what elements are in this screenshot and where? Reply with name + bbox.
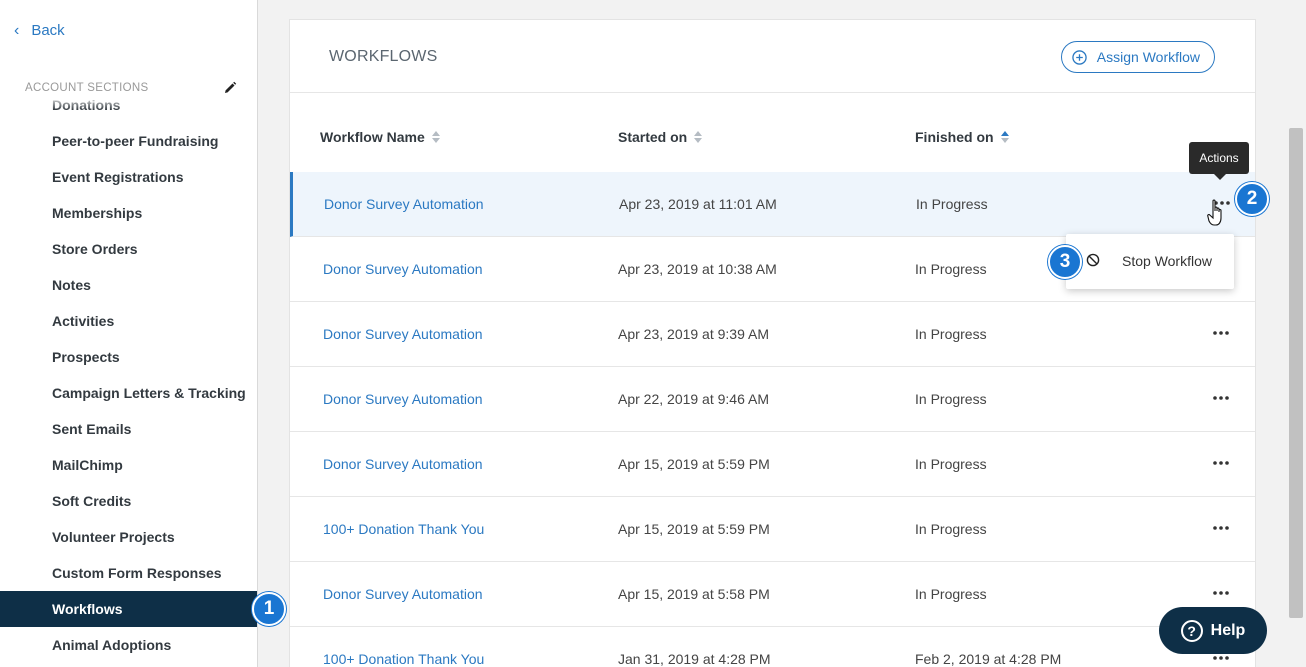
sidebar-item-sent-emails[interactable]: Sent Emails	[0, 411, 257, 447]
table-row: Donor Survey Automation Apr 15, 2019 at 5…	[290, 562, 1255, 627]
table-header: Workflow Name Started on Finished on	[290, 120, 1255, 156]
plus-circle-icon	[1072, 49, 1087, 65]
sidebar-item-store-orders[interactable]: Store Orders	[0, 231, 257, 267]
finished-on-value: In Progress	[915, 261, 987, 277]
table-row: Donor Survey Automation Apr 15, 2019 at 5…	[290, 432, 1255, 497]
workflow-name-link[interactable]: Donor Survey Automation	[323, 261, 483, 277]
started-on-value: Jan 31, 2019 at 4:28 PM	[618, 651, 771, 667]
workflow-name-link[interactable]: Donor Survey Automation	[323, 456, 483, 472]
col-workflow-name[interactable]: Workflow Name	[320, 129, 441, 145]
started-on-value: Apr 23, 2019 at 9:39 AM	[618, 326, 769, 342]
sidebar-item-animal-adoptions[interactable]: Animal Adoptions	[0, 627, 257, 663]
table-row: Donor Survey Automation Apr 23, 2019 at 9…	[290, 302, 1255, 367]
sidebar-item-workflows[interactable]: Workflows	[0, 591, 257, 627]
finished-on-value: In Progress	[915, 456, 987, 472]
step-badge-3: 3	[1048, 245, 1082, 279]
workflow-name-link[interactable]: Donor Survey Automation	[323, 326, 483, 342]
table-row: Donor Survey Automation Apr 22, 2019 at 9…	[290, 367, 1255, 432]
col-started-on[interactable]: Started on	[618, 129, 703, 145]
started-on-value: Apr 23, 2019 at 11:01 AM	[619, 196, 777, 212]
sidebar: ‹ Back DonationsPeer-to-peer Fundraising…	[0, 0, 258, 667]
workflow-name-link[interactable]: Donor Survey Automation	[323, 586, 483, 602]
more-actions-icon[interactable]	[1212, 389, 1230, 407]
sidebar-item-activities[interactable]: Activities	[0, 303, 257, 339]
step-badge-1: 1	[252, 592, 286, 626]
more-actions-icon[interactable]	[1212, 324, 1230, 342]
sort-icon	[431, 131, 440, 143]
sidebar-item-prospects[interactable]: Prospects	[0, 339, 257, 375]
sidebar-item-event-registrations[interactable]: Event Registrations	[0, 159, 257, 195]
pencil-icon[interactable]	[223, 81, 237, 95]
back-label: Back	[31, 22, 65, 39]
chevron-left-icon: ‹	[14, 21, 20, 39]
sidebar-item-volunteer-projects[interactable]: Volunteer Projects	[0, 519, 257, 555]
back-link[interactable]: ‹ Back	[14, 22, 65, 39]
account-sections-nav: DonationsPeer-to-peer FundraisingEvent R…	[0, 88, 257, 663]
nav-fade	[0, 96, 257, 110]
sidebar-item-peer-to-peer-fundraising[interactable]: Peer-to-peer Fundraising	[0, 123, 257, 159]
assign-workflow-button[interactable]: Assign Workflow	[1060, 41, 1215, 73]
assign-workflow-label: Assign Workflow	[1096, 49, 1200, 65]
table-row: Donor Survey Automation Apr 23, 2019 at 1…	[290, 172, 1255, 237]
more-actions-icon[interactable]	[1212, 519, 1230, 537]
started-on-value: Apr 23, 2019 at 10:38 AM	[618, 261, 777, 277]
started-on-value: Apr 22, 2019 at 9:46 AM	[618, 391, 769, 407]
started-on-value: Apr 15, 2019 at 5:58 PM	[618, 586, 770, 602]
finished-on-value: In Progress	[916, 196, 988, 212]
started-on-value: Apr 15, 2019 at 5:59 PM	[618, 456, 770, 472]
finished-on-value: In Progress	[915, 326, 987, 342]
actions-menu: Stop Workflow	[1066, 234, 1234, 289]
section-heading: ACCOUNT SECTIONS	[25, 80, 237, 96]
sort-icon	[694, 131, 703, 143]
more-actions-icon[interactable]	[1212, 454, 1230, 472]
col-workflow-name-label: Workflow Name	[320, 129, 425, 145]
workflow-name-link[interactable]: 100+ Donation Thank You	[323, 651, 484, 667]
question-icon: ?	[1180, 619, 1203, 642]
sidebar-item-memberships[interactable]: Memberships	[0, 195, 257, 231]
stop-workflow-menu-item[interactable]: Stop Workflow	[1066, 234, 1234, 289]
sidebar-item-soft-credits[interactable]: Soft Credits	[0, 483, 257, 519]
finished-on-value: Feb 2, 2019 at 4:28 PM	[915, 651, 1062, 667]
table-row: 100+ Donation Thank You Jan 31, 2019 at 4…	[290, 627, 1255, 667]
stop-workflow-label: Stop Workflow	[1122, 253, 1212, 269]
more-actions-icon[interactable]	[1212, 584, 1230, 602]
col-finished-on[interactable]: Finished on	[915, 129, 1010, 145]
actions-tooltip: Actions	[1189, 142, 1249, 180]
table-row: 100+ Donation Thank You Apr 15, 2019 at 5…	[290, 497, 1255, 562]
col-finished-on-label: Finished on	[915, 129, 994, 145]
started-on-value: Apr 15, 2019 at 5:59 PM	[618, 521, 770, 537]
help-label: Help	[1210, 621, 1246, 639]
sidebar-item-notes[interactable]: Notes	[0, 267, 257, 303]
block-icon	[1086, 253, 1100, 267]
scrollbar-thumb[interactable]	[1289, 128, 1303, 618]
sidebar-item-mailchimp[interactable]: MailChimp	[0, 447, 257, 483]
page-title: WORKFLOWS	[329, 48, 438, 65]
workflow-name-link[interactable]: 100+ Donation Thank You	[323, 521, 484, 537]
hand-cursor-icon	[1207, 199, 1222, 226]
card-header: WORKFLOWS Assign Workflow	[290, 20, 1255, 93]
workflows-card: WORKFLOWS Assign Workflow Workflow Name …	[289, 19, 1256, 667]
step-badge-2: 2	[1235, 182, 1269, 216]
sidebar-item-custom-form-responses[interactable]: Custom Form Responses	[0, 555, 257, 591]
workflow-name-link[interactable]: Donor Survey Automation	[323, 391, 483, 407]
help-button[interactable]: ? Help	[1159, 607, 1267, 654]
sidebar-item-campaign-letters-tracking[interactable]: Campaign Letters & Tracking	[0, 375, 257, 411]
finished-on-value: In Progress	[915, 521, 987, 537]
finished-on-value: In Progress	[915, 391, 987, 407]
finished-on-value: In Progress	[915, 586, 987, 602]
section-heading-label: ACCOUNT SECTIONS	[25, 82, 149, 94]
sort-ascending-icon	[1000, 131, 1009, 143]
col-started-on-label: Started on	[618, 129, 688, 145]
workflow-name-link[interactable]: Donor Survey Automation	[324, 196, 484, 212]
